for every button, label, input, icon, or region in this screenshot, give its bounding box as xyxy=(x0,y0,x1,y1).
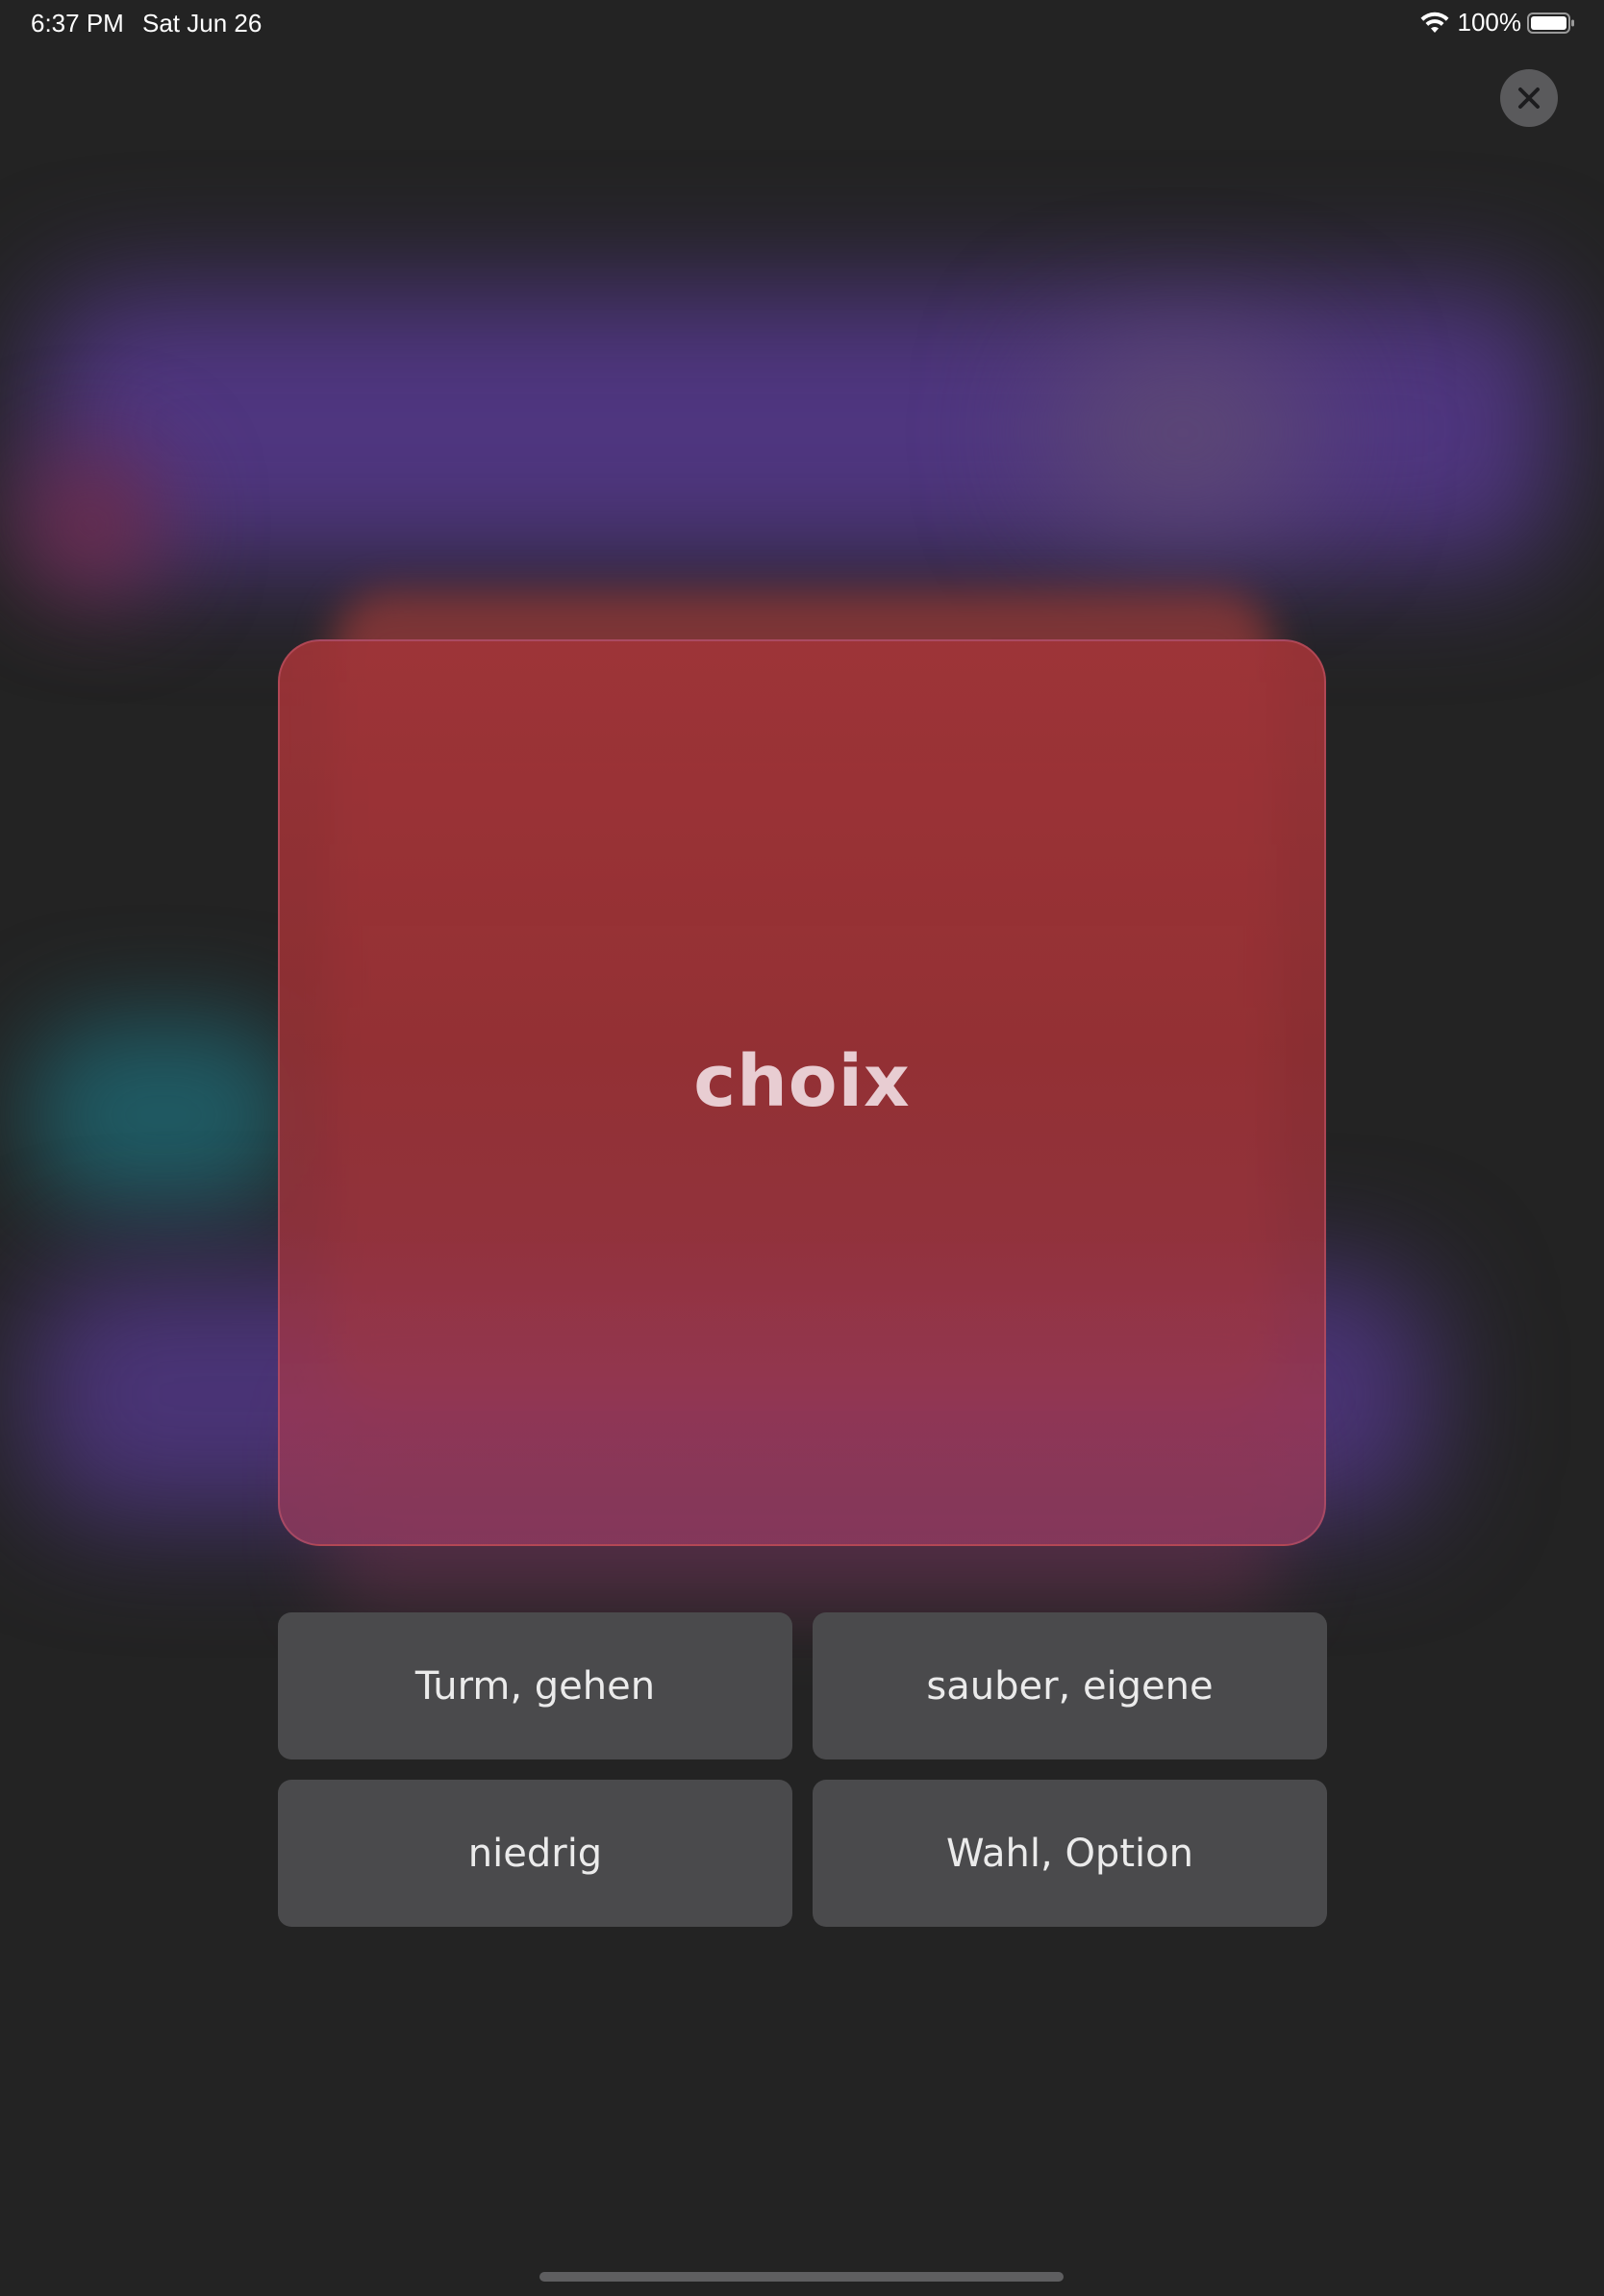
wifi-icon xyxy=(1420,12,1448,33)
answer-option-3[interactable]: niedrig xyxy=(278,1780,792,1927)
background-blur xyxy=(19,452,163,596)
battery-icon xyxy=(1527,12,1574,34)
answer-label: Wahl, Option xyxy=(946,1831,1193,1876)
status-indicators: 100% xyxy=(1419,8,1576,37)
close-button[interactable] xyxy=(1500,69,1558,127)
flashcard[interactable]: choix xyxy=(278,639,1326,1546)
background-blur xyxy=(1058,346,1308,519)
status-time: 6:37 PM xyxy=(31,9,124,37)
background-blur xyxy=(29,1019,298,1211)
answer-option-4[interactable]: Wahl, Option xyxy=(813,1780,1327,1927)
close-icon xyxy=(1518,87,1540,109)
answer-label: Turm, gehen xyxy=(414,1663,656,1709)
answer-option-2[interactable]: sauber, eigene xyxy=(813,1612,1327,1759)
background-blur xyxy=(38,288,1558,567)
status-date: Sat Jun 26 xyxy=(142,9,263,37)
battery-percent: 100% xyxy=(1457,8,1522,37)
quiz-screen: 6:37 PM Sat Jun 26 100% choix Turm, gehe… xyxy=(0,0,1604,2296)
flashcard-word: choix xyxy=(693,1039,911,1123)
answer-label: niedrig xyxy=(467,1831,603,1876)
status-bar: 6:37 PM Sat Jun 26 100% xyxy=(0,0,1604,46)
home-indicator[interactable] xyxy=(539,2272,1064,2282)
answer-label: sauber, eigene xyxy=(926,1663,1214,1709)
answer-option-1[interactable]: Turm, gehen xyxy=(278,1612,792,1759)
